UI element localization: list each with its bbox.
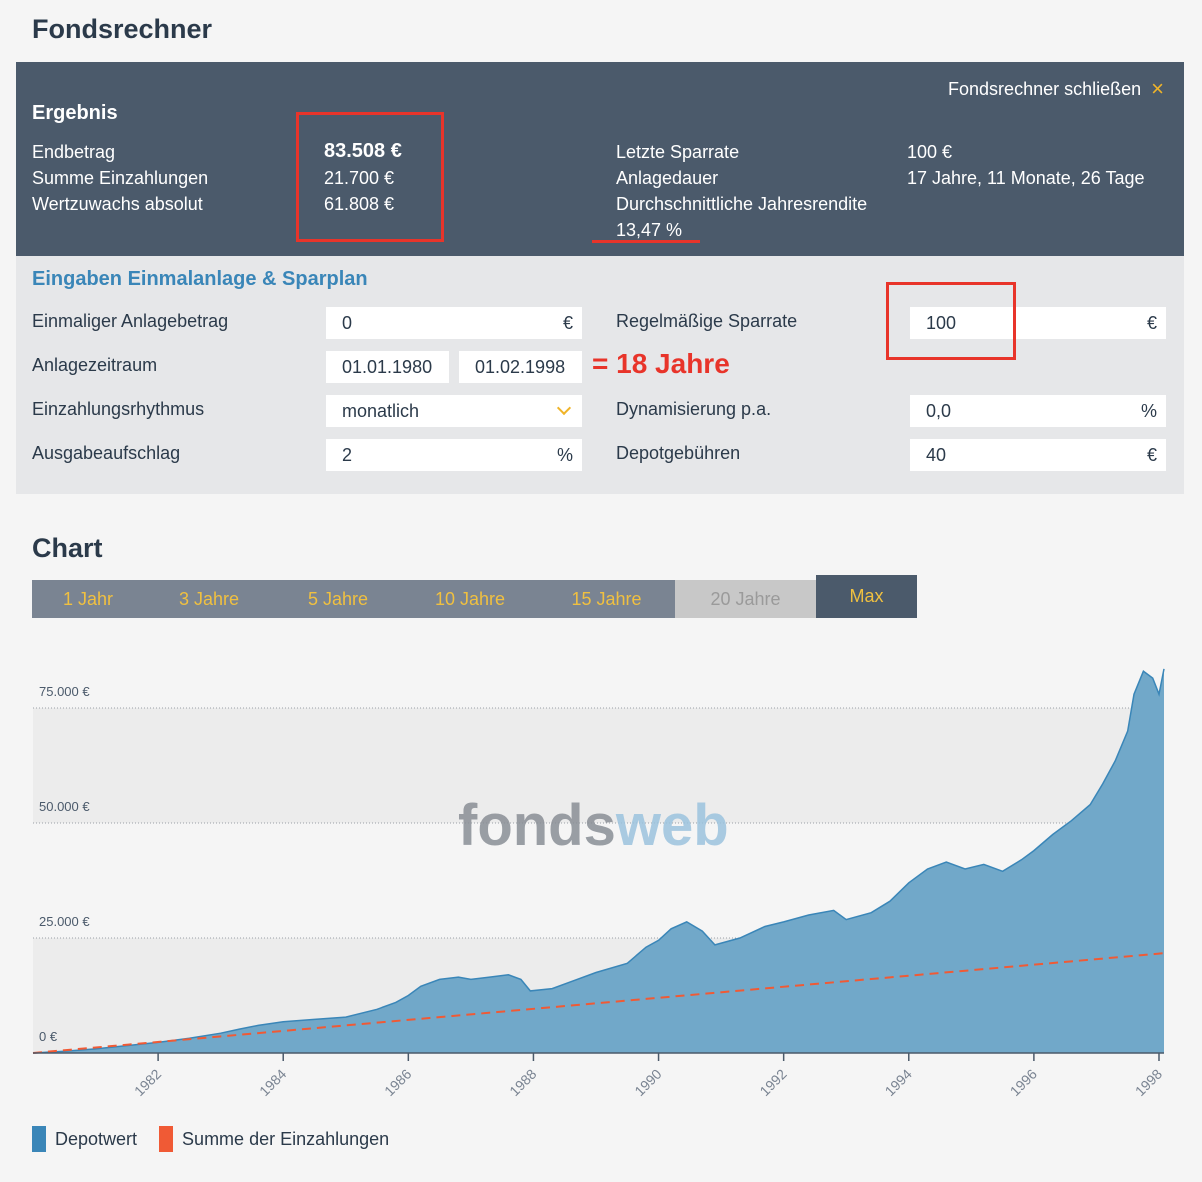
fee-value: 2 — [342, 444, 353, 465]
period-start-input[interactable]: 01.01.1980 — [326, 351, 449, 383]
result-label-anlagedauer: Anlagedauer — [616, 168, 719, 188]
x-tick-label: 1986 — [381, 1066, 414, 1099]
highlight-underline-rendite — [592, 240, 700, 243]
legend-item-depotwert[interactable]: Depotwert — [32, 1126, 137, 1152]
x-tick-label: 1992 — [756, 1066, 789, 1099]
watermark-logo: fondsweb — [458, 793, 729, 858]
y-tick-label: 50.000 € — [39, 799, 90, 814]
y-tick-label: 75.000 € — [39, 684, 90, 699]
result-label-endbetrag: Endbetrag — [32, 142, 116, 162]
chart-legend: Depotwert Summe der Einzahlungen — [32, 1126, 389, 1152]
result-label-einzahlungen: Summe Einzahlungen — [32, 168, 209, 188]
legend-label-depotwert: Depotwert — [55, 1128, 138, 1149]
tab-10-years[interactable]: 10 Jahre — [402, 580, 538, 618]
one-time-amount-input[interactable]: 0 € — [326, 307, 582, 339]
x-tick-label: 1994 — [882, 1066, 915, 1099]
close-label: Fondsrechner schließen — [948, 78, 1142, 99]
page-title: Fondsrechner — [32, 14, 213, 44]
chart-title: Chart — [32, 533, 103, 563]
x-tick-label: 1982 — [131, 1066, 164, 1099]
depot-value: 40 — [926, 444, 947, 465]
dyn-label: Dynamisierung p.a. — [616, 399, 772, 419]
legend-swatch-einzahlungen — [159, 1126, 174, 1152]
dyn-value: 0,0 — [926, 400, 952, 421]
result-label-wertzuwachs: Wertzuwachs absolut — [32, 194, 203, 214]
result-value-anlagedauer: 17 Jahre, 11 Monate, 26 Tage — [907, 168, 1145, 188]
euro-unit: € — [1146, 312, 1157, 333]
tab-20-years: 20 Jahre — [675, 580, 816, 618]
one-time-label: Einmaliger Anlagebetrag — [32, 311, 229, 331]
x-tick-label: 1996 — [1007, 1066, 1040, 1099]
depot-label: Depotgebühren — [616, 443, 741, 463]
one-time-value: 0 — [342, 312, 353, 333]
range-tabs: 1 Jahr 3 Jahre 5 Jahre 10 Jahre 15 Jahre… — [32, 575, 917, 618]
period-end-value: 01.02.1998 — [475, 356, 566, 377]
rhythm-select[interactable]: monatlich — [326, 395, 582, 427]
period-label: Anlagezeitraum — [32, 355, 158, 375]
legend-label-einzahlungen: Summe der Einzahlungen — [182, 1128, 390, 1149]
close-calculator-button[interactable]: Fondsrechner schließen × — [948, 78, 1164, 100]
rhythm-value: monatlich — [342, 400, 420, 421]
percent-unit: % — [1140, 400, 1157, 421]
legend-swatch-depotwert — [32, 1126, 46, 1152]
highlight-box-rate — [886, 282, 1016, 360]
period-start-value: 01.01.1980 — [342, 356, 433, 377]
tab-15-years[interactable]: 15 Jahre — [538, 580, 675, 618]
rhythm-label: Einzahlungsrhythmus — [32, 399, 205, 419]
y-tick-label: 0 € — [39, 1029, 58, 1044]
highlight-box-values — [296, 112, 444, 242]
close-icon[interactable]: × — [1151, 78, 1164, 100]
percent-unit: % — [556, 444, 573, 465]
portfolio-chart: 0 € 25.000 € 50.000 € 75.000 € fondsweb 1982 1… — [32, 668, 1165, 1099]
dynamization-input[interactable]: 0,0 % — [910, 395, 1166, 427]
period-note: = 18 Jahre — [592, 348, 730, 379]
x-tick-label: 1984 — [256, 1066, 289, 1099]
result-label-rendite: Durchschnittliche Jahresrendite — [616, 194, 868, 214]
result-heading: Ergebnis — [32, 102, 118, 124]
tab-1-year[interactable]: 1 Jahr — [32, 580, 144, 618]
chevron-down-icon — [556, 400, 572, 416]
euro-unit: € — [1146, 444, 1157, 465]
fee-label: Ausgabeaufschlag — [32, 443, 181, 463]
result-label-sparrate: Letzte Sparrate — [616, 142, 740, 162]
depot-fee-input[interactable]: 40 € — [910, 439, 1166, 471]
x-tick-label: 1990 — [631, 1066, 664, 1099]
result-value-sparrate: 100 € — [907, 142, 953, 162]
inputs-heading: Eingaben Einmalanlage & Sparplan — [32, 268, 368, 290]
issue-fee-input[interactable]: 2 % — [326, 439, 582, 471]
x-tick-label: 1988 — [506, 1066, 539, 1099]
tab-5-years[interactable]: 5 Jahre — [274, 580, 402, 618]
tab-3-years[interactable]: 3 Jahre — [144, 580, 274, 618]
rate-label: Regelmäßige Sparrate — [616, 311, 798, 331]
legend-item-einzahlungen[interactable]: Summe der Einzahlungen — [159, 1126, 389, 1152]
period-end-input[interactable]: 01.02.1998 — [459, 351, 582, 383]
result-value-rendite: 13,47 % — [616, 220, 683, 240]
x-tick-label: 1998 — [1132, 1066, 1165, 1099]
result-panel: Fondsrechner schließen × Ergebnis Endbet… — [16, 62, 1184, 256]
tab-max[interactable]: Max — [816, 575, 917, 618]
y-tick-label: 25.000 € — [39, 914, 90, 929]
euro-unit: € — [562, 312, 573, 333]
